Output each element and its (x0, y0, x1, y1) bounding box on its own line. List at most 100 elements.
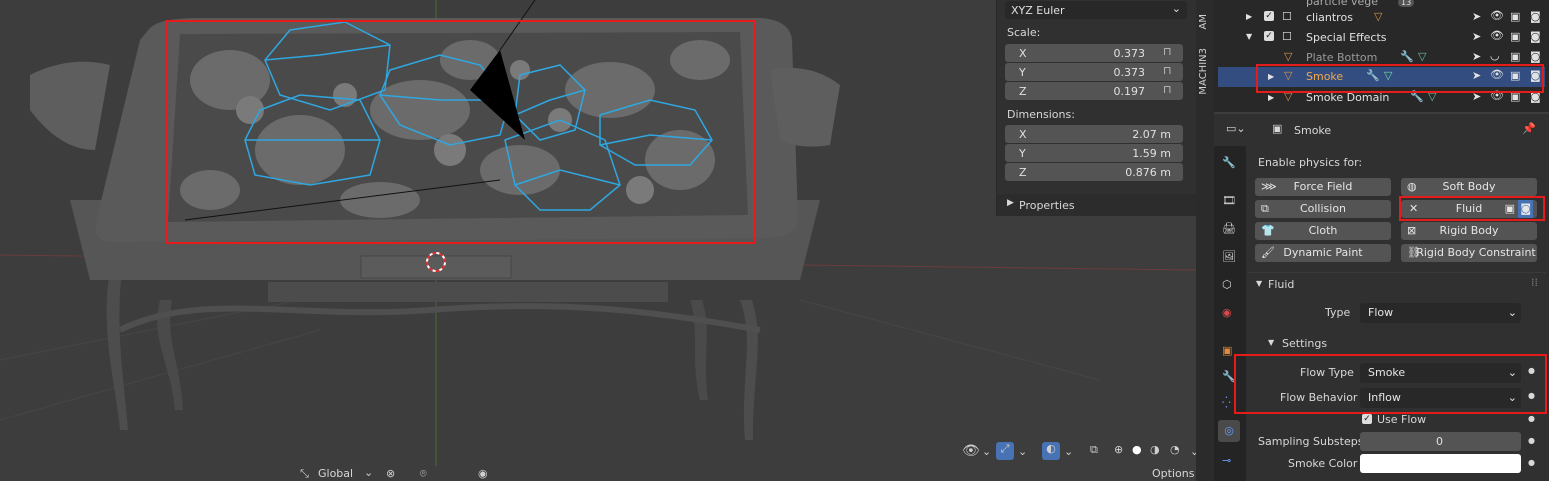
select-icon[interactable]: ➤ (1472, 30, 1481, 43)
monitor-icon[interactable]: ▣ (1510, 30, 1520, 43)
xray-icon[interactable]: ⧉ (1090, 443, 1098, 457)
keyframe-dot-icon[interactable]: ● (1528, 458, 1535, 467)
solid-shading-icon[interactable]: ● (1132, 443, 1142, 456)
wireframe-shading-icon[interactable]: ⊕ (1114, 443, 1123, 456)
outliner-row-cliantros[interactable]: ▶ ✓ ☐ cliantros ▽ ➤ 👁 ▣ ◙ (1218, 8, 1545, 28)
world-icon[interactable]: ◉ (1222, 306, 1232, 319)
flow-behavior-label: Flow Behavior (1280, 391, 1358, 404)
options-dropdown[interactable]: Options (1152, 467, 1194, 480)
select-icon[interactable]: ➤ (1472, 50, 1481, 63)
material-shading-icon[interactable]: ◑ (1150, 443, 1160, 456)
soft-body-icon: ◍ (1407, 180, 1417, 193)
dimension-z-field[interactable]: Z 0.876 m (1005, 163, 1183, 181)
chevron-down-icon[interactable]: ⌄ (364, 466, 373, 479)
eye-icon[interactable]: 👁 (1490, 89, 1504, 102)
monitor-icon[interactable]: ▣ (1505, 200, 1515, 218)
rendered-shading-icon[interactable]: ◔ (1170, 443, 1180, 456)
select-icon[interactable]: ➤ (1472, 10, 1481, 23)
scene-icon[interactable]: ⬡ (1222, 278, 1232, 291)
select-icon[interactable]: ➤ (1472, 69, 1481, 82)
editor-type-icon[interactable]: ▭⌄ (1226, 122, 1246, 135)
force-field-button[interactable]: ⋙ Force Field (1255, 178, 1391, 196)
smoke-color-swatch[interactable] (1360, 454, 1521, 473)
view-layer-icon[interactable]: 🖼 (1222, 250, 1236, 263)
tab-am[interactable]: AM (1198, 14, 1212, 29)
properties-subpanel-header[interactable]: ▶ Properties (997, 194, 1197, 216)
pin-icon[interactable]: 📌 (1522, 122, 1536, 135)
proportional-edit-icon[interactable]: ◉ (478, 467, 488, 480)
chevron-down-icon[interactable]: ⌄ (982, 445, 991, 458)
lock-icon[interactable]: ⊓ (1163, 64, 1172, 77)
output-icon[interactable]: 🖨 (1222, 222, 1236, 235)
fluid-panel-header[interactable]: ▼ Fluid ⁞⁞ (1248, 272, 1546, 297)
constraints-icon[interactable]: ⊸ (1222, 454, 1231, 467)
rigid-body-constraint-button[interactable]: ⛓ Rigid Body Constraint (1401, 244, 1537, 262)
overlays-icon[interactable]: ◐ (1042, 442, 1060, 460)
keyframe-dot-icon[interactable]: ● (1528, 436, 1535, 445)
snap-icon[interactable]: ⌾ (420, 467, 427, 481)
flow-behavior-dropdown[interactable]: Inflow ⌄ (1360, 388, 1521, 408)
checkbox-icon[interactable]: ✓ (1264, 11, 1274, 21)
drag-handle-icon[interactable]: ⁞⁞ (1531, 276, 1538, 289)
physics-icon[interactable]: ◎ (1218, 420, 1240, 442)
sampling-substeps-field[interactable]: 0 (1360, 432, 1521, 451)
scale-z-field[interactable]: Z 0.197 (1005, 82, 1183, 100)
type-dropdown[interactable]: Flow ⌄ (1360, 303, 1521, 323)
monitor-icon[interactable]: ▣ (1510, 90, 1520, 103)
scale-y-field[interactable]: Y 0.373 (1005, 63, 1183, 81)
orientation-dropdown[interactable]: Global (318, 467, 353, 480)
camera-icon[interactable]: ◙ (1518, 200, 1533, 218)
cloth-button[interactable]: 👕 Cloth (1255, 222, 1391, 240)
scale-x-field[interactable]: X 0.373 (1005, 44, 1183, 62)
camera-icon[interactable]: ◙ (1530, 30, 1541, 43)
tab-machin3[interactable]: MACHIN3 (1198, 48, 1212, 95)
chevron-down-icon[interactable]: ⌄ (1018, 445, 1027, 458)
remove-x-icon[interactable]: ✕ (1409, 200, 1418, 218)
gizmo-icon[interactable]: ⤢ (996, 442, 1014, 460)
monitor-icon[interactable]: ▣ (1510, 10, 1520, 23)
eye-closed-icon[interactable]: ◡ (1490, 49, 1500, 62)
rigid-body-button[interactable]: ⊠ Rigid Body (1401, 222, 1537, 240)
collision-button[interactable]: ⧉ Collision (1255, 200, 1391, 218)
chevron-down-icon[interactable]: ⌄ (1064, 445, 1073, 458)
visibility-icon[interactable]: 👁 (962, 443, 980, 459)
camera-icon[interactable]: ◙ (1530, 69, 1541, 82)
eye-icon[interactable]: 👁 (1490, 68, 1504, 81)
lock-icon[interactable]: ⊓ (1163, 45, 1172, 58)
dimension-y-field[interactable]: Y 1.59 m (1005, 144, 1183, 162)
button-label: Rigid Body (1439, 224, 1499, 237)
settings-subpanel-header[interactable]: ▼ Settings (1260, 334, 1540, 354)
modifier-properties-icon[interactable]: 🔧 (1222, 370, 1236, 383)
outliner-row-plate-bottom[interactable]: ▽ Plate Bottom 🔧 ▽ ➤ ◡ ▣ ◙ (1218, 48, 1545, 68)
keyframe-dot-icon[interactable]: ● (1528, 414, 1535, 423)
camera-icon[interactable]: ◙ (1530, 90, 1541, 103)
eye-icon[interactable]: 👁 (1490, 29, 1504, 42)
camera-icon[interactable]: ◙ (1530, 50, 1541, 63)
outliner-row-special-effects[interactable]: ▼ ✓ ☐ Special Effects ➤ 👁 ▣ ◙ (1218, 28, 1545, 48)
pivot-icon[interactable]: ⊗ (386, 467, 395, 480)
use-flow-checkbox[interactable]: ✓ (1362, 414, 1372, 424)
render-icon[interactable]: 🎞 (1222, 194, 1236, 207)
scale-y-value: 0.373 (1113, 66, 1146, 79)
eye-icon[interactable]: 👁 (1490, 9, 1504, 22)
select-icon[interactable]: ➤ (1472, 90, 1481, 103)
tool-icon[interactable]: 🔧 (1222, 156, 1236, 169)
camera-icon[interactable]: ◙ (1530, 10, 1541, 23)
outliner-row-smoke[interactable]: ▶ ▽ Smoke 🔧 ▽ ➤ 👁 ▣ ◙ (1218, 67, 1545, 87)
soft-body-button[interactable]: ◍ Soft Body (1401, 178, 1537, 196)
monitor-icon[interactable]: ▣ (1510, 50, 1520, 63)
dimension-x-field[interactable]: X 2.07 m (1005, 125, 1183, 143)
particles-icon[interactable]: ⁛ (1222, 396, 1231, 409)
checkbox-icon[interactable]: ✓ (1264, 31, 1274, 41)
fluid-button[interactable]: ✕ Fluid ▣ ◙ (1401, 200, 1537, 218)
rotation-mode-dropdown[interactable]: XYZ Euler ⌄ (1005, 1, 1187, 19)
dynamic-paint-button[interactable]: 🖌 Dynamic Paint (1255, 244, 1391, 262)
keyframe-dot-icon[interactable]: ● (1528, 366, 1535, 375)
settings-label: Settings (1282, 337, 1328, 350)
outliner-row-smoke-domain[interactable]: ▶ ▽ Smoke Domain 🔧 ▽ ➤ 👁 ▣ ◙ (1218, 88, 1545, 108)
monitor-icon[interactable]: ▣ (1510, 69, 1520, 82)
flow-type-dropdown[interactable]: Smoke ⌄ (1360, 363, 1521, 383)
object-properties-icon[interactable]: ▣ (1222, 344, 1232, 357)
keyframe-dot-icon[interactable]: ● (1528, 391, 1535, 400)
lock-icon[interactable]: ⊓ (1163, 83, 1172, 96)
